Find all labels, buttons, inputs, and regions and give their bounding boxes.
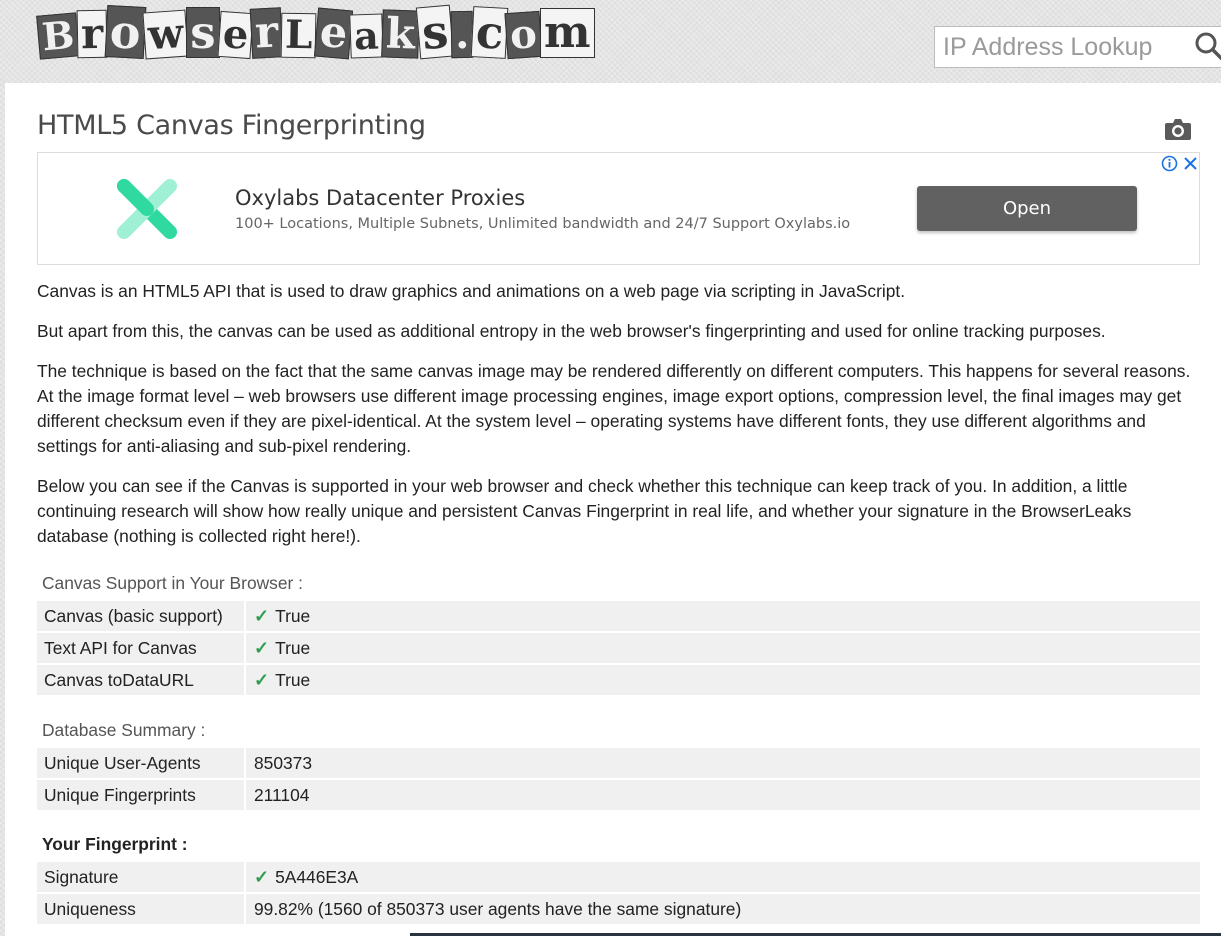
site-header: BrowserLeaks.com [0, 0, 1221, 83]
fingerprint-key: Uniqueness [37, 892, 246, 924]
support-table: Canvas (basic support) ✓ True Text API fo… [37, 599, 1200, 695]
support-value-text: True [275, 669, 311, 690]
logo-letter: r [249, 6, 284, 59]
table-row: Canvas (basic support) ✓ True [37, 599, 1200, 631]
camera-icon[interactable] [1164, 116, 1192, 142]
database-value: 850373 [246, 746, 1200, 778]
checkmark-icon: ✓ [254, 605, 270, 626]
checkmark-icon: ✓ [254, 637, 270, 658]
intro-paragraph-3: The technique is based on the fact that … [37, 361, 1191, 456]
table-row: Uniqueness 99.82% (1560 of 850373 user a… [37, 892, 1200, 924]
page-title: HTML5 Canvas Fingerprinting [37, 110, 426, 141]
fingerprint-table: Signature ✓ 5A446E3A Uniqueness 99.82% (1… [37, 860, 1200, 924]
logo-letter: L [280, 12, 318, 59]
support-key: Canvas toDataURL [37, 663, 246, 695]
database-table: Unique User-Agents 850373 Unique Fingerp… [37, 746, 1200, 810]
support-key: Canvas (basic support) [37, 599, 246, 631]
logo-letter: m [540, 8, 595, 58]
ip-lookup-search-input[interactable] [934, 26, 1221, 68]
table-row: Unique User-Agents 850373 [37, 746, 1200, 778]
support-value-text: True [275, 637, 311, 658]
table-row: Signature ✓ 5A446E3A [37, 860, 1200, 892]
ad-banner[interactable]: Oxylabs Datacenter Proxies 100+ Location… [37, 152, 1200, 265]
logo-letter: B [36, 12, 80, 60]
logo-letter: w [142, 9, 189, 60]
signature-value: 5A446E3A [275, 866, 359, 887]
logo-letter: c [470, 5, 509, 60]
fingerprint-section-label: Your Fingerprint : [42, 834, 188, 854]
uniqueness-value: 99.82% (1560 of 850373 user agents have … [246, 892, 1200, 924]
database-value: 211104 [246, 778, 1200, 810]
logo-letter: o [104, 4, 147, 60]
oxylabs-logo-icon [117, 179, 177, 239]
ad-open-button[interactable]: Open [917, 186, 1137, 231]
intro-paragraph-2: But apart from this, the canvas can be u… [37, 321, 1106, 341]
logo-letter: s [186, 7, 220, 58]
logo-letter: o [504, 10, 543, 60]
database-key: Unique Fingerprints [37, 778, 246, 810]
fingerprint-key: Signature [37, 860, 246, 892]
ad-description: 100+ Locations, Multiple Subnets, Unlimi… [235, 216, 851, 232]
table-row: Canvas toDataURL ✓ True [37, 663, 1200, 695]
support-key: Text API for Canvas [37, 631, 246, 663]
database-section-label: Database Summary : [42, 720, 206, 740]
search-icon[interactable] [1194, 31, 1221, 61]
logo-letter: e [313, 7, 354, 60]
logo-letter: e [217, 10, 254, 60]
logo-letter: k [380, 9, 420, 59]
fingerprint-value: ✓ 5A446E3A [246, 860, 1200, 892]
support-value: ✓ True [246, 631, 1200, 663]
intro-paragraph-1: Canvas is an HTML5 API that is used to d… [37, 281, 906, 301]
support-value-text: True [275, 605, 311, 626]
checkmark-icon: ✓ [254, 866, 270, 887]
support-section-label: Canvas Support in Your Browser : [42, 573, 304, 593]
ad-title[interactable]: Oxylabs Datacenter Proxies [235, 186, 525, 210]
table-row: Text API for Canvas ✓ True [37, 631, 1200, 663]
checkmark-icon: ✓ [254, 669, 270, 690]
logo-letter: r [76, 9, 108, 59]
intro-paragraph-4: Below you can see if the Canvas is suppo… [37, 476, 1132, 546]
table-row: Unique Fingerprints 211104 [37, 778, 1200, 810]
support-value: ✓ True [246, 599, 1200, 631]
logo-letter: s [415, 4, 454, 60]
logo-letter: a [349, 13, 384, 59]
close-icon[interactable] [1182, 155, 1199, 172]
site-logo[interactable]: BrowserLeaks.com [36, 0, 595, 60]
info-icon[interactable] [1161, 155, 1178, 172]
support-value: ✓ True [246, 663, 1200, 695]
database-key: Unique User-Agents [37, 746, 246, 778]
logo-letter: . [450, 10, 474, 59]
